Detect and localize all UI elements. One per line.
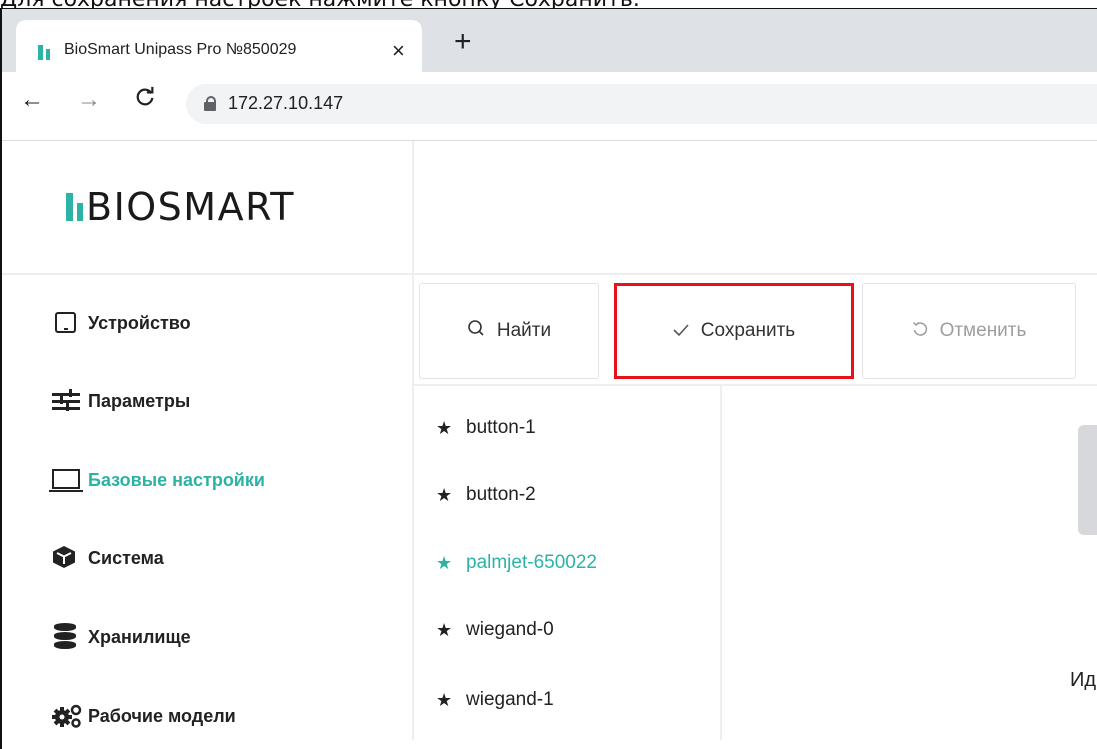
star-icon: ★	[436, 417, 453, 438]
star-icon: ★	[436, 619, 453, 640]
list-item-label: palmjet-650022	[466, 552, 597, 573]
save-button-label: Сохранить	[700, 320, 796, 341]
cancel-button[interactable]: Отменить	[862, 283, 1076, 379]
browser-tab-strip: BioSmart Unipass Pro №850029 × +	[2, 9, 1097, 82]
star-icon: ★	[436, 689, 453, 710]
list-item[interactable]: ★ wiegand-1	[436, 685, 554, 715]
sidebar-item-label: Рабочие модели	[88, 705, 236, 726]
favicon-icon	[38, 44, 54, 60]
device-list: ★ button-1 ★ button-2 ★ palmjet-650022 ★…	[414, 386, 722, 740]
list-item[interactable]: ★ palmjet-650022	[436, 548, 597, 578]
reload-icon[interactable]	[134, 86, 156, 115]
sidebar-item-work-models[interactable]: Рабочие модели	[52, 696, 236, 736]
field-label-cut: Ид	[1070, 669, 1097, 691]
new-tab-button[interactable]: +	[454, 27, 472, 57]
save-button[interactable]: Сохранить	[614, 283, 854, 379]
sidebar-item-label: Устройство	[88, 312, 191, 333]
list-item-label: wiegand-1	[466, 689, 554, 710]
star-icon: ★	[436, 552, 453, 573]
sidebar: Устройство Параметры Базовые настройки С…	[2, 275, 414, 740]
browser-toolbar: ← → 172.27.10.147	[2, 72, 1097, 141]
logo-text: BIOSMART	[86, 185, 295, 229]
tablet-icon	[52, 309, 88, 337]
tab-close-icon[interactable]: ×	[392, 38, 405, 64]
detail-panel-element[interactable]	[1078, 425, 1097, 535]
sidebar-item-device[interactable]: Устройство	[52, 303, 191, 343]
find-button-label: Найти	[496, 320, 552, 341]
app-container: BIOSMART Устройство Параметры Базовые на…	[2, 141, 1097, 740]
sidebar-item-label: Система	[88, 547, 164, 568]
cancel-button-label: Отменить	[939, 320, 1027, 341]
check-icon	[673, 320, 689, 343]
sidebar-item-base-settings[interactable]: Базовые настройки	[49, 460, 265, 500]
list-item[interactable]: ★ button-2	[436, 480, 536, 510]
list-item-label: button-2	[466, 484, 536, 505]
search-icon	[467, 319, 485, 343]
tab-title: BioSmart Unipass Pro №850029	[64, 41, 297, 58]
gears-icon	[52, 702, 88, 730]
sidebar-item-label: Хранилище	[88, 626, 191, 647]
list-item[interactable]: ★ wiegand-0	[436, 615, 554, 645]
sidebar-item-label: Базовые настройки	[88, 469, 265, 490]
list-item-label: button-1	[466, 417, 536, 438]
list-item[interactable]: ★ button-1	[436, 413, 536, 443]
address-bar[interactable]: 172.27.10.147	[186, 84, 1097, 124]
logo-area: BIOSMART	[2, 141, 414, 273]
find-button[interactable]: Найти	[419, 283, 599, 379]
cube-icon	[52, 544, 88, 572]
sidebar-item-system[interactable]: Система	[52, 538, 164, 578]
sidebar-item-storage[interactable]: Хранилище	[52, 617, 191, 657]
back-arrow-icon[interactable]: ←	[20, 86, 44, 114]
list-item-label: wiegand-0	[466, 619, 554, 640]
laptop-icon	[49, 466, 88, 494]
lock-icon[interactable]	[204, 96, 216, 111]
forward-arrow-icon[interactable]: →	[77, 86, 101, 114]
sliders-icon	[52, 387, 88, 415]
database-icon	[52, 623, 88, 651]
url-text: 172.27.10.147	[228, 93, 344, 113]
star-icon: ★	[436, 484, 453, 505]
undo-icon	[912, 320, 928, 343]
sidebar-item-label: Параметры	[88, 390, 191, 411]
sidebar-item-parameters[interactable]: Параметры	[52, 381, 190, 421]
